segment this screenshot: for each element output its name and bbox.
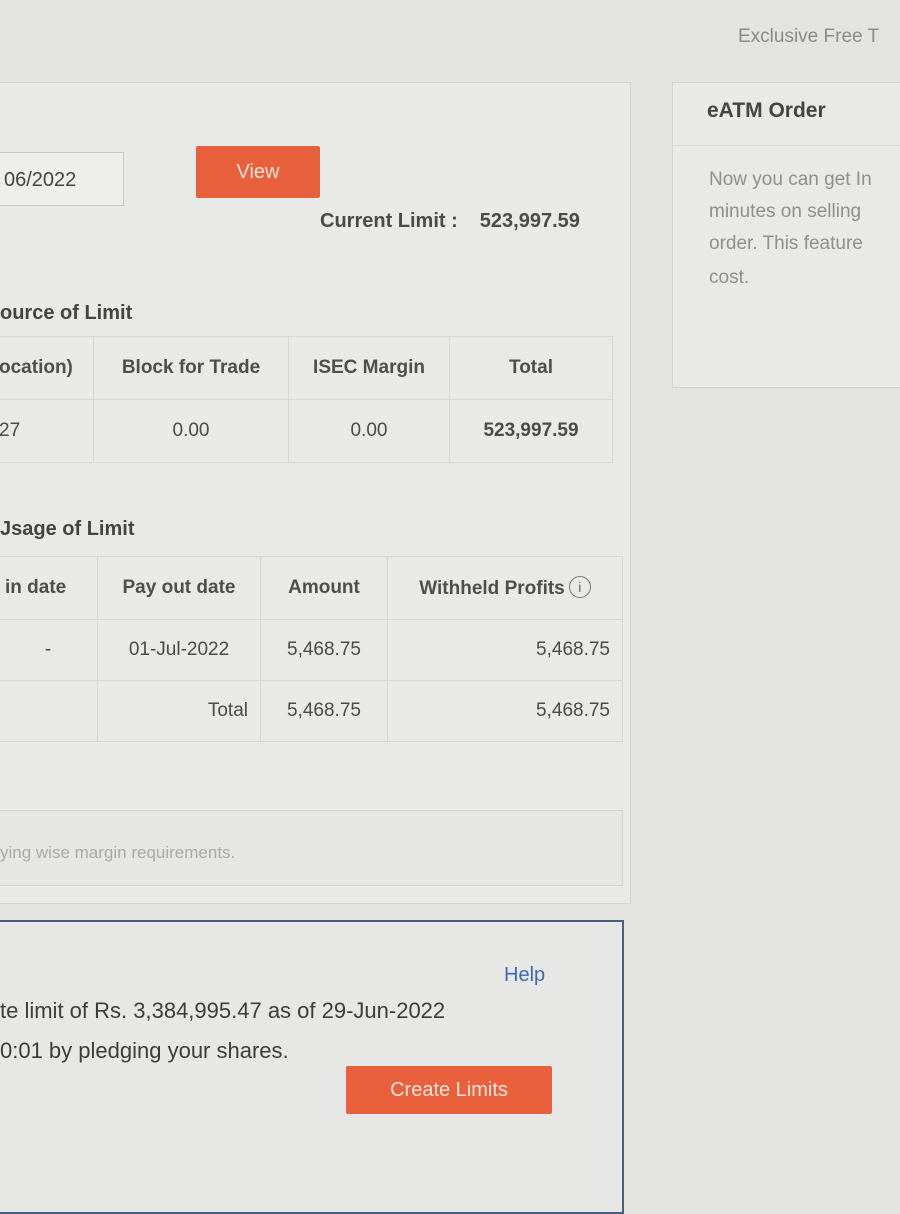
source-of-limit-table: ocation) Block for Trade ISEC Margin Tot…: [0, 336, 613, 463]
eatm-text-line: Now you can get In: [709, 169, 872, 190]
current-limit-value: 523,997.59: [479, 210, 580, 232]
info-icon[interactable]: i: [568, 576, 591, 598]
usage-cell-pay-out-date: 01-Jul-2022: [97, 619, 261, 681]
source-cell-block-for-trade: 0.00: [93, 399, 289, 463]
source-col-block-for-trade: Block for Trade: [93, 336, 289, 400]
table-row: 27 0.00 0.00 523,997.59: [0, 399, 613, 463]
promo-banner-text[interactable]: Exclusive Free T: [738, 26, 879, 48]
usage-cell-total-label: Total: [97, 680, 261, 742]
help-link[interactable]: Help: [504, 964, 545, 987]
source-col-allocation: ocation): [0, 336, 94, 400]
usage-cell-pay-in-date: -: [0, 619, 98, 681]
source-col-isec-margin: ISEC Margin: [288, 336, 450, 400]
table-row-total: Total 5,468.75 5,468.75: [0, 680, 623, 742]
source-cell-isec-margin: 0.00: [288, 399, 450, 463]
usage-col-pay-in-date: in date: [0, 556, 98, 620]
usage-cell-pay-in-date: [0, 680, 98, 742]
pledge-instruction-text: 0:01 by pledging your shares.: [0, 1038, 289, 1063]
withheld-profits-label: Withheld Profits: [419, 578, 565, 599]
eatm-header: eATM Order: [673, 83, 900, 146]
usage-cell-amount: 5,468.75: [260, 619, 388, 681]
create-limits-button[interactable]: Create Limits: [346, 1066, 552, 1114]
source-cell-allocation: 27: [0, 399, 94, 463]
usage-of-limit-table: in date Pay out date Amount Withheld Pro…: [0, 556, 623, 742]
usage-cell-total-withheld: 5,468.75: [387, 680, 623, 742]
current-limit-label: Current Limit :: [320, 210, 458, 232]
underlying-margin-text[interactable]: ying wise margin requirements.: [0, 843, 235, 863]
usage-col-withheld-profits: Withheld Profits i: [387, 556, 623, 620]
table-row: - 01-Jul-2022 5,468.75 5,468.75: [0, 619, 623, 681]
usage-cell-total-amount: 5,468.75: [260, 680, 388, 742]
eatm-text-line: minutes on selling: [709, 201, 862, 222]
underlying-margin-link-box[interactable]: ying wise margin requirements.: [0, 810, 623, 886]
source-cell-total: 523,997.59: [449, 399, 613, 463]
pledge-limit-text: te limit of Rs. 3,384,995.47 as of 29-Ju…: [0, 998, 446, 1023]
current-limit: Current Limit : 523,997.59: [320, 210, 580, 233]
usage-of-limit-title: Jsage of Limit: [0, 518, 135, 540]
eatm-order-panel: eATM Order Now you can get In minutes on…: [672, 82, 900, 388]
eatm-title: eATM Order: [707, 99, 826, 122]
usage-col-amount: Amount: [260, 556, 388, 620]
date-input[interactable]: 06/2022: [0, 152, 124, 206]
usage-col-pay-out-date: Pay out date: [97, 556, 261, 620]
source-col-total: Total: [449, 336, 613, 400]
usage-cell-withheld-profits: 5,468.75: [387, 619, 623, 681]
view-button[interactable]: View: [196, 146, 320, 198]
eatm-text-line: cost.: [709, 267, 750, 288]
eatm-text-line: order. This feature: [709, 233, 863, 254]
source-of-limit-title: ource of Limit: [0, 302, 133, 324]
